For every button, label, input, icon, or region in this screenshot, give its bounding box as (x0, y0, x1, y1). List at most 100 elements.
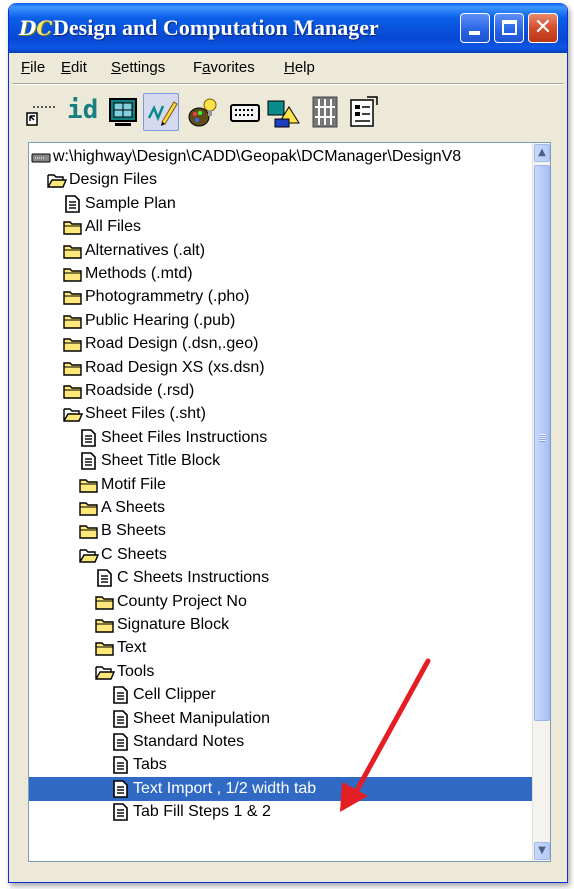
folder-icon (79, 476, 99, 494)
tree-item-label: w:\highway\Design\CADD\Geopak\DCManager\… (53, 148, 462, 165)
minimize-button[interactable] (460, 13, 490, 43)
doc-icon (63, 194, 83, 213)
element-placer-icon (26, 106, 57, 126)
keyboard-button[interactable] (227, 93, 263, 131)
tree-item-label: Photogrammetry (.pho) (85, 288, 250, 306)
shapes-icon (267, 100, 300, 128)
tree-item-label: Alternatives (.alt) (85, 241, 206, 259)
tree-item-label: B Sheets (101, 522, 166, 540)
scroll-thumb[interactable] (534, 165, 550, 721)
design-files-tree[interactable]: ▲ ▼ w:\highway\Design\CADD\Geopak\DCMana… (28, 142, 551, 862)
tree-item[interactable]: Signature Block (29, 613, 532, 637)
doc-icon (95, 569, 115, 587)
tree-item[interactable]: Sheet Title Block (29, 449, 532, 473)
tree-item[interactable]: All Files (29, 215, 532, 239)
window-title: Design and Computation Manager (53, 15, 379, 40)
tree-item[interactable]: B Sheets (29, 519, 532, 543)
close-button[interactable]: ✕ (528, 13, 558, 43)
tree-item[interactable]: Tools (29, 660, 532, 684)
tree-item-label: C Sheets Instructions (117, 569, 270, 587)
tree-item[interactable]: C Sheets (29, 543, 532, 567)
app-icon: DC (19, 16, 53, 40)
grid-icon (312, 96, 338, 128)
menu-file[interactable]: File (21, 59, 45, 76)
folder-icon (79, 499, 99, 517)
tree-item-label: Sheet Manipulation (133, 709, 270, 727)
drive-icon (31, 148, 51, 166)
display-icon (109, 98, 137, 126)
tree-item-label: Public Hearing (.pub) (85, 311, 236, 329)
tree-item-label: Design Files (69, 171, 158, 189)
tree-item-label: Sample Plan (85, 194, 176, 212)
tree-item[interactable]: Text (29, 636, 532, 660)
tree-item-label: Roadside (.rsd) (85, 382, 195, 399)
draw-button[interactable] (143, 93, 179, 131)
scroll-up-button[interactable]: ▲ (534, 144, 550, 162)
menu-edit[interactable]: Edit (61, 59, 87, 76)
tree-item-label: Tabs (133, 756, 167, 774)
tree-item[interactable]: w:\highway\Design\CADD\Geopak\DCManager\… (29, 145, 532, 169)
tree-item-label: Cell Clipper (133, 686, 216, 704)
tree-item[interactable]: Sample Plan (29, 192, 532, 216)
minimize-icon (469, 31, 480, 35)
menu-favorites[interactable]: Favorites (193, 59, 255, 76)
tree-item[interactable]: Sheet Files Instructions (29, 426, 532, 450)
tree-item-label: Road Design (.dsn,.geo) (85, 335, 259, 353)
folder-open-icon (79, 546, 100, 564)
vertical-scrollbar[interactable]: ▲ ▼ (532, 143, 550, 861)
tree-item[interactable]: Cell Clipper (29, 683, 532, 707)
tree-item-label: Sheet Files (.sht) (85, 405, 206, 423)
folder-icon (63, 265, 83, 283)
tree-item-label: Motif File (101, 475, 166, 493)
tree-item-label: Sheet Title Block (101, 452, 221, 470)
scroll-down-button[interactable]: ▼ (534, 842, 550, 860)
tree-item[interactable]: Text Import , 1/2 width tab (29, 776, 532, 801)
tree-item[interactable]: Methods (.mtd) (29, 262, 532, 286)
tree-item-label: Road Design XS (xs.dsn) (85, 358, 265, 376)
folder-icon (95, 616, 115, 634)
tree-item[interactable]: Sheet Manipulation (29, 707, 532, 731)
tree-item[interactable]: Sheet Files (.sht) (29, 402, 532, 426)
tree-item-label: Standard Notes (133, 733, 245, 750)
title-bar[interactable]: DC Design and Computation Manager ✕ (9, 3, 567, 53)
grid-button[interactable] (307, 93, 343, 131)
properties-button[interactable] (345, 93, 381, 131)
folder-open-icon (95, 663, 116, 681)
doc-icon (79, 428, 99, 447)
folder-icon (63, 382, 83, 400)
tree-item[interactable]: A Sheets (29, 496, 532, 520)
palette-button[interactable] (185, 93, 221, 131)
palette-icon (188, 98, 217, 127)
folder-icon (95, 593, 115, 611)
tree-item-label: A Sheets (101, 499, 166, 516)
tree-item[interactable]: Photogrammetry (.pho) (29, 285, 532, 309)
folder-icon (63, 242, 83, 260)
tree-item[interactable]: Roadside (.rsd) (29, 379, 532, 403)
shapes-button[interactable] (265, 93, 301, 131)
element-placer-button[interactable] (23, 93, 59, 131)
tree-item[interactable]: Alternatives (.alt) (29, 239, 532, 263)
tree-item[interactable]: Design Files (29, 168, 532, 192)
tree-item[interactable]: Tabs (29, 753, 532, 777)
menu-settings[interactable]: Settings (111, 59, 165, 76)
folder-open-icon (63, 405, 84, 423)
tree-item[interactable]: Road Design XS (xs.dsn) (29, 356, 532, 380)
tree-item[interactable]: C Sheets Instructions (29, 566, 532, 590)
id-icon: id (67, 95, 99, 125)
tree-item[interactable]: Tab Fill Steps 1 & 2 (29, 800, 532, 824)
toolbar: id (9, 87, 567, 139)
folder-icon (63, 218, 83, 236)
id-button[interactable]: id (61, 93, 101, 131)
display-button[interactable] (105, 93, 141, 131)
doc-icon (111, 709, 131, 728)
tree-item[interactable]: Road Design (.dsn,.geo) (29, 332, 532, 356)
tree-item-label: Methods (.mtd) (85, 265, 193, 282)
tree-item[interactable]: Motif File (29, 473, 532, 497)
tree-item[interactable]: County Project No (29, 590, 532, 614)
tree-item[interactable]: Public Hearing (.pub) (29, 309, 532, 333)
doc-icon (79, 452, 99, 470)
menu-help[interactable]: Help (284, 59, 315, 76)
maximize-button[interactable] (494, 13, 524, 43)
chevron-up-icon: ▲ (538, 147, 546, 158)
tree-item[interactable]: Standard Notes (29, 730, 532, 754)
